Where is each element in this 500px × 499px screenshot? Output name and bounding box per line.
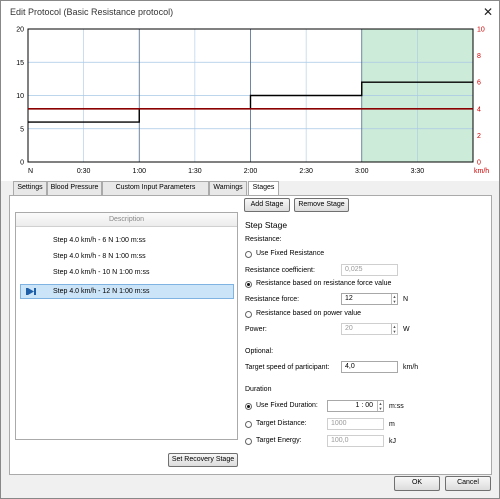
- based-on-power-label[interactable]: Resistance based on power value: [256, 310, 361, 317]
- y-right-tick-label: 2: [477, 133, 481, 140]
- duration-label: Duration: [245, 386, 272, 393]
- resistance-label: Resistance:: [245, 236, 282, 243]
- based-on-force-label[interactable]: Resistance based on resistance force val…: [256, 280, 391, 287]
- force-unit: N: [403, 296, 409, 303]
- spin-arrows-icon[interactable]: ▲ ▼: [391, 324, 397, 334]
- target-distance-label[interactable]: Target Distance:: [256, 420, 307, 427]
- power-value: 20: [345, 325, 353, 332]
- power-stepper[interactable]: 20 ▲ ▼: [341, 323, 398, 335]
- close-icon[interactable]: ✕: [478, 2, 498, 22]
- title-bar: Edit Protocol (Basic Resistance protocol…: [1, 1, 499, 23]
- resistance-coefficient-field[interactable]: 0,025: [341, 264, 398, 276]
- x-unit-label: km/h: [474, 168, 489, 175]
- target-distance-field[interactable]: 1000: [327, 418, 384, 430]
- y-left-tick-label: 20: [16, 27, 24, 34]
- target-energy-field[interactable]: 100,0: [327, 435, 384, 447]
- cancel-button[interactable]: Cancel: [445, 476, 491, 491]
- resistance-force-value: 12: [345, 295, 353, 302]
- add-stage-button[interactable]: Add Stage: [244, 198, 290, 212]
- optional-label: Optional:: [245, 348, 274, 355]
- stages-list[interactable]: Description Step 4.0 km/h - 6 N 1:00 m:s…: [15, 212, 238, 440]
- resistance-force-stepper[interactable]: 12 ▲ ▼: [341, 293, 398, 305]
- use-fixed-resistance-label[interactable]: Use Fixed Resistance: [256, 250, 324, 257]
- remove-stage-button[interactable]: Remove Stage: [294, 198, 349, 212]
- y-right-tick-label: 6: [477, 80, 481, 87]
- resistance-coefficient-label: Resistance coefficient:: [245, 267, 315, 274]
- list-header-description[interactable]: Description: [16, 213, 237, 227]
- x-tick-label: 3:30: [411, 168, 425, 175]
- list-item[interactable]: Step 4.0 km/h - 10 N 1:00 m:ss: [16, 265, 237, 280]
- fixed-duration-stepper[interactable]: 1 : 00 ▲ ▼: [327, 400, 384, 412]
- x-tick-label: 1:00: [132, 168, 146, 175]
- y-left-tick-label: 15: [16, 60, 24, 67]
- tab-warnings[interactable]: Warnings: [209, 181, 247, 195]
- x-tick-label: 3:00: [355, 168, 369, 175]
- target-energy-label[interactable]: Target Energy:: [256, 437, 302, 444]
- y-right-tick-label: 8: [477, 53, 481, 60]
- x-tick-label: 2:00: [244, 168, 258, 175]
- resistance-force-label: Resistance force:: [245, 296, 300, 303]
- target-distance-radio[interactable]: [245, 421, 252, 428]
- list-item[interactable]: Step 4.0 km/h - 8 N 1:00 m:ss: [16, 249, 237, 264]
- y-right-tick-label: 4: [477, 106, 481, 113]
- target-speed-field[interactable]: 4,0: [341, 361, 398, 373]
- x-tick-label: 2:30: [299, 168, 313, 175]
- list-item-label: Step 4.0 km/h - 12 N 1:00 m:ss: [53, 288, 150, 295]
- ok-button[interactable]: OK: [394, 476, 440, 491]
- stage-step-icon: [26, 288, 36, 295]
- use-fixed-resistance-radio[interactable]: [245, 251, 252, 258]
- y-left-tick-label: 0: [20, 160, 24, 167]
- power-unit: W: [403, 326, 410, 333]
- target-speed-label: Target speed of participant:: [245, 364, 330, 371]
- y-right-tick-label: 0: [477, 160, 481, 167]
- tab-custom-input-parameters[interactable]: Custom Input Parameters: [102, 181, 209, 195]
- x-tick-label: N: [28, 168, 33, 175]
- target-energy-radio[interactable]: [245, 438, 252, 445]
- tab-settings[interactable]: Settings: [13, 181, 47, 195]
- x-tick-label: 0:30: [77, 168, 91, 175]
- list-item-selected[interactable]: Step 4.0 km/h - 12 N 1:00 m:ss: [20, 284, 234, 299]
- fixed-duration-value: 1 : 00: [355, 402, 373, 409]
- tab-blood-pressure[interactable]: Blood Pressure: [47, 181, 102, 195]
- distance-unit: m: [389, 421, 395, 428]
- tab-stages[interactable]: Stages: [248, 181, 279, 196]
- y-left-tick-label: 5: [20, 126, 24, 133]
- power-label: Power:: [245, 326, 267, 333]
- energy-unit: kJ: [389, 438, 396, 445]
- based-on-force-radio[interactable]: [245, 281, 252, 288]
- protocol-chart: 20 15 10 5 0 10 8 6 4 2 0 N 0:30 1:00 1:30 2:00 2:30 3:00…: [1, 23, 499, 181]
- use-fixed-duration-radio[interactable]: [245, 403, 252, 410]
- protocol-chart-svg: 201510501086420N 0:30 1:00 1:30 2:00 2:30 3:00…: [16, 27, 489, 176]
- step-stage-heading: Step Stage: [245, 220, 288, 230]
- y-right-tick-label: 10: [477, 27, 485, 34]
- edit-protocol-dialog: Edit Protocol (Basic Resistance protocol…: [0, 0, 500, 499]
- based-on-power-radio[interactable]: [245, 311, 252, 318]
- x-tick-label: 1:30: [188, 168, 202, 175]
- list-item[interactable]: Step 4.0 km/h - 6 N 1:00 m:ss: [16, 233, 237, 248]
- spin-arrows-icon[interactable]: ▲ ▼: [377, 401, 383, 411]
- set-recovery-stage-button[interactable]: Set Recovery Stage: [168, 453, 238, 467]
- spin-arrows-icon[interactable]: ▲ ▼: [391, 294, 397, 304]
- use-fixed-duration-label[interactable]: Use Fixed Duration:: [256, 402, 318, 409]
- duration-unit: m:ss: [389, 403, 404, 410]
- window-title: Edit Protocol (Basic Resistance protocol…: [10, 7, 174, 17]
- speed-unit: km/h: [403, 364, 419, 371]
- y-left-tick-label: 10: [16, 93, 24, 100]
